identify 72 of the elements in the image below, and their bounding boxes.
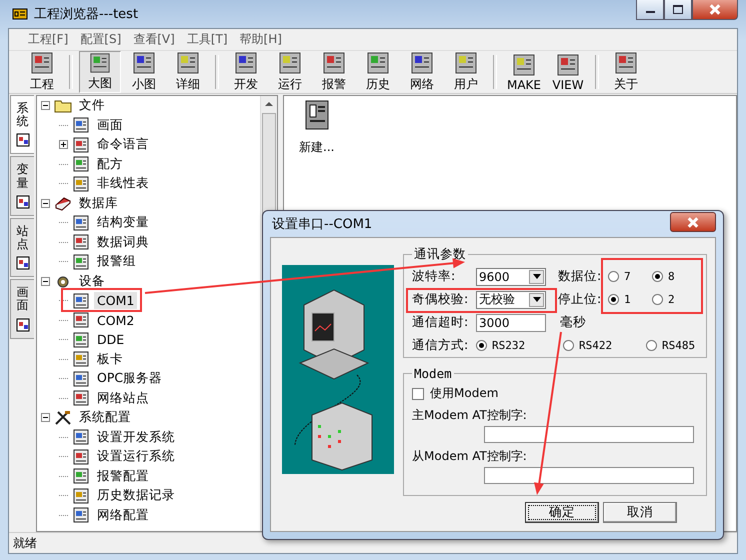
toolbar-button[interactable]: 网络 bbox=[401, 51, 443, 93]
toolbar-button[interactable]: 大图 bbox=[79, 51, 121, 93]
tree-item[interactable]: COM2 bbox=[94, 312, 138, 329]
radio-button[interactable]: RS422 bbox=[563, 339, 646, 352]
menu-item[interactable]: 工程[F] bbox=[23, 30, 74, 49]
tree-item[interactable]: 数据库 bbox=[76, 194, 121, 213]
dialog-button[interactable]: 确定 bbox=[525, 502, 599, 523]
menu-item[interactable]: 帮助[H] bbox=[234, 30, 287, 49]
toolbar-button[interactable]: 详细 bbox=[167, 51, 209, 93]
tree-item[interactable]: 文件 bbox=[76, 96, 108, 116]
field-label: 从Modem AT控制字: bbox=[412, 448, 528, 465]
field-label: 通信方式: bbox=[412, 337, 470, 354]
radio-button[interactable]: 8 bbox=[652, 270, 696, 283]
side-tab[interactable]: 系统 bbox=[10, 95, 34, 154]
parity-dropdown[interactable]: 无校验 bbox=[476, 290, 546, 308]
tree-item[interactable]: 板卡 bbox=[94, 350, 126, 369]
menu-item[interactable]: 配置[S] bbox=[75, 30, 126, 49]
field-label: 停止位: bbox=[558, 291, 602, 308]
tree-item[interactable]: 非线性表 bbox=[94, 174, 152, 194]
tree-item[interactable]: DDE bbox=[94, 331, 128, 348]
toolbar-button[interactable]: 工程 bbox=[21, 51, 63, 93]
radio-button[interactable]: 2 bbox=[652, 293, 696, 306]
tree-item[interactable]: 结构变量 bbox=[94, 213, 152, 232]
item-label[interactable]: 新建... bbox=[299, 139, 334, 156]
tree-item[interactable]: 命令语言 bbox=[94, 135, 152, 154]
dialog-button[interactable]: 取消 bbox=[603, 502, 677, 523]
field-label: 奇偶校验: bbox=[412, 291, 470, 308]
toolbar-button[interactable]: 开发 bbox=[225, 51, 267, 93]
side-tab[interactable]: 画面 bbox=[10, 279, 34, 338]
tree-item[interactable]: 报警配置 bbox=[94, 466, 152, 486]
tree-item[interactable]: 网络配置 bbox=[94, 506, 152, 525]
side-tab[interactable]: 站点 bbox=[10, 218, 34, 278]
checkbox[interactable]: 使用Modem bbox=[412, 385, 498, 402]
toolbar-button[interactable]: 历史 bbox=[357, 51, 399, 93]
radio-button[interactable]: RS232 bbox=[476, 339, 563, 352]
radio-button[interactable]: 7 bbox=[608, 270, 652, 283]
tree-item[interactable]: 网络站点 bbox=[94, 388, 152, 408]
tree-item[interactable]: 数据词典 bbox=[94, 232, 152, 252]
toolbar-button[interactable]: 运行 bbox=[269, 51, 311, 93]
status-text: 就绪 bbox=[13, 534, 37, 552]
radio-button[interactable]: 1 bbox=[608, 293, 652, 306]
window-title: 工程浏览器---test bbox=[34, 6, 138, 23]
timeout-field[interactable]: 3000 bbox=[476, 314, 546, 332]
tree-item[interactable]: 设备 bbox=[76, 272, 108, 291]
menu-item[interactable]: 工具[T] bbox=[182, 30, 233, 49]
group-title: 通讯参数 bbox=[413, 246, 467, 263]
toolbar-button[interactable]: 小图 bbox=[123, 51, 165, 93]
tree-item[interactable]: OPC服务器 bbox=[94, 369, 166, 388]
toolbar-button[interactable]: 报警 bbox=[313, 51, 355, 93]
baud-rate-dropdown[interactable]: 9600 bbox=[476, 268, 546, 286]
field-label: 主Modem AT控制字: bbox=[412, 407, 528, 424]
tree-item[interactable]: 配方 bbox=[94, 154, 126, 174]
group-title: Modem bbox=[413, 366, 453, 381]
side-tab[interactable]: 变量 bbox=[10, 156, 34, 216]
unit-label: 毫秒 bbox=[560, 314, 586, 331]
tree-item[interactable]: 系统配置 bbox=[76, 408, 134, 428]
radio-button[interactable]: RS485 bbox=[646, 339, 696, 352]
field-label: 波特率: bbox=[412, 268, 456, 285]
tree-item[interactable]: COM1 bbox=[94, 292, 138, 310]
menu-item[interactable]: 查看[V] bbox=[128, 30, 180, 49]
tree-item[interactable]: 报警组 bbox=[94, 252, 139, 272]
field-label: 通信超时: bbox=[412, 314, 470, 331]
toolbar-button[interactable]: 用户 bbox=[445, 51, 487, 93]
dialog-title: 设置串口--COM1 bbox=[271, 216, 372, 233]
tree-item[interactable]: 历史数据记录 bbox=[94, 486, 178, 506]
tree-item[interactable]: 画面 bbox=[94, 116, 126, 135]
toolbar-button[interactable]: VIEW bbox=[547, 51, 589, 93]
tree-item[interactable]: 设置运行系统 bbox=[94, 447, 178, 466]
toolbar-button[interactable]: MAKE bbox=[503, 51, 545, 93]
field-label: 数据位: bbox=[558, 268, 602, 285]
tree-item[interactable]: 设置开发系统 bbox=[94, 428, 178, 447]
toolbar-button[interactable]: 关于 bbox=[605, 51, 647, 93]
